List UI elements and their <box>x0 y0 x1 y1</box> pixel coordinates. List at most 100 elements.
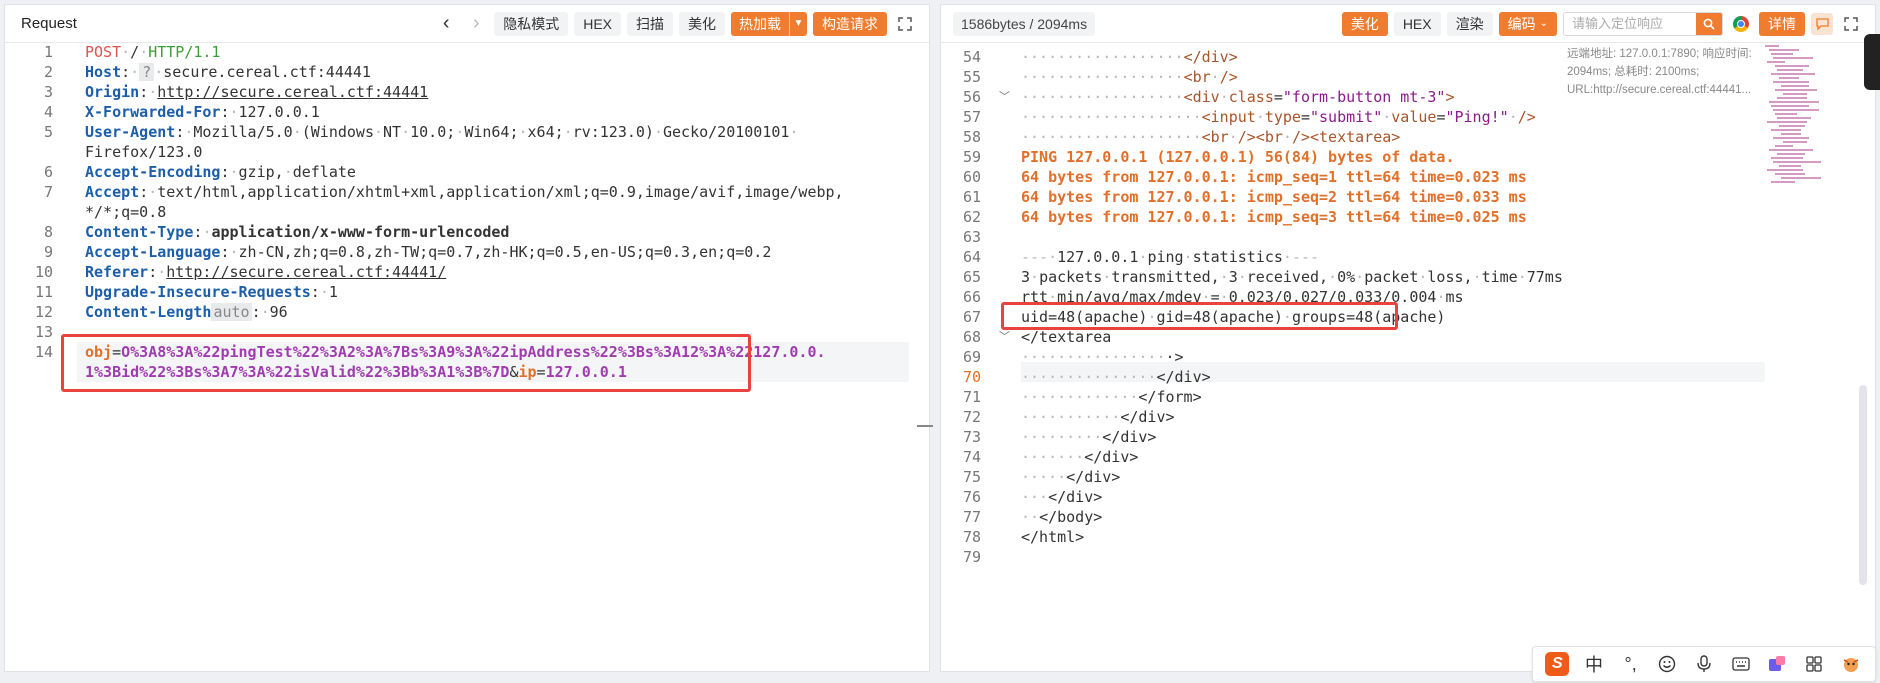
code-token: 1%3Bid%22%3Bs%3A7%3A%22isValid%22%3Bb%3A… <box>85 363 510 381</box>
code-line[interactable]: 77 ··</body> <box>941 507 1875 527</box>
beautify-button[interactable]: 美化 <box>679 11 725 36</box>
microphone-icon[interactable] <box>1692 652 1716 676</box>
code-token: <br <box>1183 68 1211 86</box>
code-token: 10.0; <box>410 123 456 141</box>
ime-logo-icon[interactable]: S <box>1545 652 1570 676</box>
code-text: Accept-Encoding:·gzip,·deflate <box>85 162 356 182</box>
hex-button[interactable]: HEX <box>574 11 621 36</box>
toolbox-icon[interactable] <box>1802 652 1826 676</box>
code-line[interactable]: 4 X-Forwarded-For:·127.0.0.1 <box>5 102 929 122</box>
code-line[interactable]: 71 ·············</form> <box>941 387 1875 407</box>
response-editor[interactable]: 54 ··················</div> 55 ············… <box>941 44 1875 671</box>
code-line[interactable]: 9 Accept-Language:·zh-CN,zh;q=0.8,zh-TW;q… <box>5 242 929 262</box>
code-text: Accept:·text/html,application/xhtml+xml,… <box>85 182 844 202</box>
construct-request-button[interactable]: 构造请求 <box>813 11 887 36</box>
code-line[interactable]: 57 ····················<input·type="submi… <box>941 107 1875 127</box>
emoji-icon[interactable] <box>1655 652 1679 676</box>
code-line[interactable]: 8 Content-Type:·application/x-www-form-ur… <box>5 222 929 242</box>
code-line[interactable]: 62 64 bytes from 127.0.0.1: icmp_seq=3 tt… <box>941 207 1875 227</box>
code-line[interactable]: 78 </html> <box>941 527 1875 547</box>
fold-chevron-icon[interactable]: ﹀ <box>999 327 1010 347</box>
code-line[interactable]: 75 ·····</div> <box>941 467 1875 487</box>
expand-icon[interactable] <box>1839 12 1863 36</box>
forward-arrow-icon[interactable]: › <box>464 12 488 36</box>
line-number: 79 <box>962 548 981 566</box>
code-line[interactable]: 69 ·················> <box>941 347 1875 367</box>
request-editor[interactable]: 1 POST·/·HTTP/1.1 2 Host:·? ·secure.cereal.c… <box>5 44 929 671</box>
code-line[interactable]: Firefox/123.0 <box>5 142 929 162</box>
code-line[interactable]: 13 <box>5 322 929 342</box>
code-line[interactable]: 67 uid=48(apache)·gid=48(apache)·groups=4… <box>941 307 1875 327</box>
code-line[interactable]: 7 Accept:·text/html,application/xhtml+xml… <box>5 182 929 202</box>
chevron-down-icon[interactable]: ▼ <box>789 11 807 36</box>
code-line[interactable]: 63 <box>941 227 1875 247</box>
code-line[interactable]: 12 Content-Length auto:·96 <box>5 302 929 322</box>
search-icon[interactable] <box>1696 12 1722 35</box>
code-text: ··</body> <box>1021 507 1102 527</box>
mascot-icon[interactable] <box>1839 652 1863 676</box>
code-token: · <box>1030 268 1040 286</box>
hotload-button[interactable]: 热加载 ▼ <box>731 11 807 36</box>
fold-chevron-icon[interactable]: ﹀ <box>999 87 1010 107</box>
beautify-button[interactable]: 美化 <box>1341 11 1388 36</box>
ime-punctuation[interactable]: °, <box>1619 652 1643 676</box>
code-token: · <box>1472 268 1482 286</box>
line-number: 59 <box>962 148 981 166</box>
hex-button[interactable]: HEX <box>1393 11 1441 36</box>
code-token: · <box>130 63 140 81</box>
code-line[interactable]: */*;q=0.8 <box>5 202 929 222</box>
render-button[interactable]: 渲染 <box>1446 11 1493 36</box>
code-line[interactable]: 72 ···········</div> <box>941 407 1875 427</box>
code-line[interactable]: 58 ····················<br·/><br·/><texta… <box>941 127 1875 147</box>
code-line[interactable]: 2 Host:·? ·secure.cereal.ctf:44441 <box>5 62 929 82</box>
code-line[interactable]: 59 PING 127.0.0.1 (127.0.0.1) 56(84) byte… <box>941 147 1875 167</box>
code-token: · <box>157 263 167 281</box>
code-line[interactable]: 70 ···············</div> <box>941 367 1875 387</box>
scrollbar[interactable] <box>917 425 933 427</box>
code-line[interactable]: 6 Accept-Encoding:·gzip,·deflate <box>5 162 929 182</box>
expand-icon[interactable] <box>893 12 917 36</box>
search-input[interactable] <box>1564 12 1696 35</box>
code-line[interactable]: 76 ···</div> <box>941 487 1875 507</box>
code-line[interactable]: 65 3·packets·transmitted,·3·received,·0%·… <box>941 267 1875 287</box>
scrollbar-thumb[interactable] <box>1859 385 1867 585</box>
code-line[interactable]: 66 rtt·min/avg/max/mdev·=·0.023/0.027/0.0… <box>941 287 1875 307</box>
code-line[interactable]: 74 ·······</div> <box>941 447 1875 467</box>
code-token: · <box>1219 88 1229 106</box>
chrome-icon[interactable] <box>1729 12 1753 36</box>
code-line[interactable]: 60 64 bytes from 127.0.0.1: icmp_seq=1 tt… <box>941 167 1875 187</box>
ime-language[interactable]: 中 <box>1582 652 1606 676</box>
scrollbar[interactable] <box>1859 45 1867 665</box>
code-line[interactable]: 1%3Bid%22%3Bs%3A7%3A%22isValid%22%3Bb%3A… <box>5 362 929 382</box>
code-line[interactable]: 61 64 bytes from 127.0.0.1: icmp_seq=2 tt… <box>941 187 1875 207</box>
minimap-line <box>1769 49 1799 51</box>
comment-icon[interactable] <box>1811 12 1833 35</box>
code-line[interactable]: 14 obj=O%3A8%3A%22pingTest%22%3A2%3A%7Bs%… <box>5 342 929 362</box>
code-line[interactable]: 5 User-Agent:·Mozilla/5.0·(Windows·NT·10.… <box>5 122 929 142</box>
side-tab[interactable] <box>1864 34 1880 90</box>
private-mode-button[interactable]: 隐私模式 <box>494 11 569 36</box>
code-token: statistics <box>1192 248 1283 266</box>
line-number: 3 <box>43 83 53 101</box>
code-line[interactable]: 79 <box>941 547 1875 567</box>
code-token: zh-CN,zh;q=0.8,zh-TW;q=0.7,zh-HK;q=0.5,e… <box>238 243 772 261</box>
skin-icon[interactable] <box>1765 652 1789 676</box>
encoding-button[interactable]: 编码 ⌄ <box>1498 11 1557 36</box>
minimap[interactable] <box>1765 45 1845 195</box>
back-arrow-icon[interactable]: ‹ <box>434 12 458 36</box>
scan-button[interactable]: 扫描 <box>627 11 673 36</box>
keyboard-icon[interactable] <box>1729 652 1753 676</box>
line-number: 56 <box>962 88 981 106</box>
code-token: : <box>139 183 149 201</box>
code-line[interactable]: 68 ﹀ </textarea <box>941 327 1875 347</box>
code-line[interactable]: 64 ---·127.0.0.1·ping·statistics·--- <box>941 247 1875 267</box>
code-line[interactable]: 73 ·········</div> <box>941 427 1875 447</box>
code-line[interactable]: 11 Upgrade-Insecure-Requests:·1 <box>5 282 929 302</box>
code-token: ···················· <box>1021 108 1202 126</box>
code-line[interactable]: 10 Referer:·http://secure.cereal.ctf:4444… <box>5 262 929 282</box>
code-line[interactable]: 1 POST·/·HTTP/1.1 <box>5 44 929 62</box>
details-button[interactable]: 详情 <box>1759 11 1805 36</box>
code-line[interactable]: 3 Origin:·http://secure.cereal.ctf:44441 <box>5 82 929 102</box>
code-token: auto <box>211 303 252 321</box>
code-token: · <box>283 163 293 181</box>
